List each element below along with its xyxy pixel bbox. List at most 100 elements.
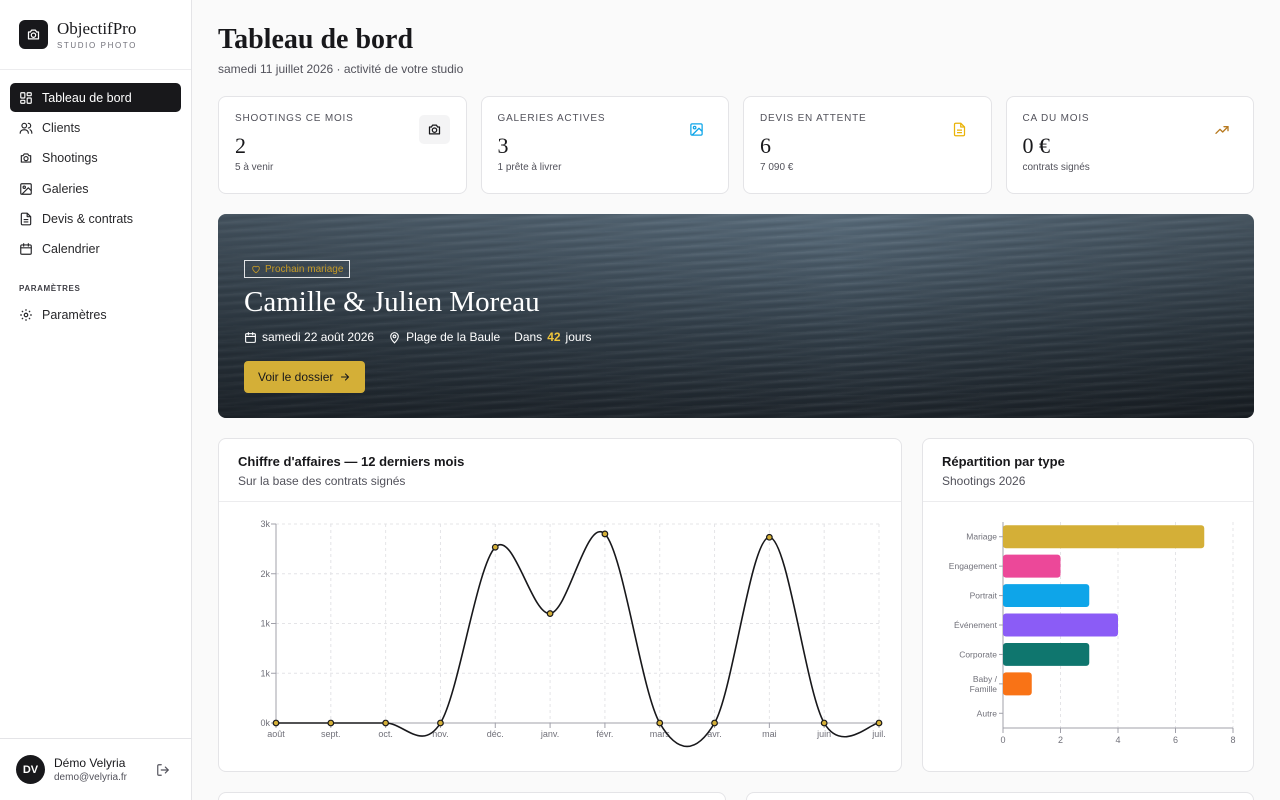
y-tick-label: Baby / <box>973 674 998 684</box>
y-tick-label: Corporate <box>959 649 997 659</box>
x-tick-label: sept. <box>321 729 341 739</box>
kpi-value: 2 <box>235 133 246 158</box>
x-tick-label: 8 <box>1230 735 1235 745</box>
sidebar-item-shootings[interactable]: Shootings <box>10 144 181 173</box>
calendar-icon <box>20 243 32 256</box>
brand[interactable]: ObjectifPro STUDIO PHOTO <box>0 0 191 70</box>
revenue-point <box>437 719 444 727</box>
y-tick-label: Événement <box>954 620 998 630</box>
revenue-point <box>765 533 773 541</box>
x-tick-label: 6 <box>1173 735 1178 745</box>
bottom-card-right <box>746 792 1254 800</box>
y-tick-label: 1k <box>260 668 270 678</box>
hero-location-text: Plage de la Baule <box>406 330 501 344</box>
hero-meta: samedi 22 août 2026 Plage de la Baule Da… <box>244 330 606 344</box>
logout-icon[interactable] <box>156 763 170 777</box>
y-tick-label: Portrait <box>970 591 998 601</box>
sidebar-item-label: Galeries <box>42 181 89 196</box>
kpi-label: SHOOTINGS CE MOIS <box>235 113 354 124</box>
revenue-point <box>601 530 609 538</box>
y-tick-label: 2k <box>260 569 270 579</box>
brand-subtitle: STUDIO PHOTO <box>57 40 137 50</box>
sidebar-item-devis[interactable]: Devis & contrats <box>10 205 181 234</box>
x-tick-label: janv. <box>540 729 559 739</box>
card-title: Répartition par type <box>942 454 1065 469</box>
x-tick-label: juil. <box>871 729 886 739</box>
calendar-icon <box>245 331 256 343</box>
dashboard-icon <box>20 91 32 104</box>
bottom-card-left <box>218 792 726 800</box>
type-bar <box>1003 554 1061 578</box>
x-tick-label: août <box>267 729 285 739</box>
x-tick-label: 2 <box>1058 735 1063 745</box>
view-file-label: Voir le dossier <box>258 370 334 384</box>
sidebar-item-clients[interactable]: Clients <box>10 113 181 142</box>
sidebar-item-label: Calendrier <box>42 242 100 257</box>
user-profile: DV Démo Velyria demo@velyria.fr <box>0 738 191 800</box>
kpi-value: 3 <box>497 133 509 158</box>
kpi-note: 1 prête à livrer <box>497 162 562 173</box>
y-tick-label: 3k <box>260 519 270 529</box>
sidebar-item-dashboard[interactable]: Tableau de bord <box>10 83 181 112</box>
revenue-point <box>546 610 554 617</box>
brand-name: ObjectifPro <box>57 18 137 38</box>
type-breakdown-card: Répartition par type Shootings 2026 0 2 4 6… <box>922 438 1254 772</box>
users-icon <box>19 122 33 134</box>
hero-date-text: samedi 22 août 2026 <box>262 330 375 344</box>
y-tick-label: Mariage <box>966 532 997 542</box>
hero-location: Plage de la Baule <box>388 330 500 344</box>
page-subtitle: samedi 11 juillet 2026 · activité de vot… <box>218 62 464 76</box>
arrow-right-icon <box>341 373 350 381</box>
kpi-note: 5 à venir <box>235 162 274 173</box>
type-bar <box>1003 642 1090 666</box>
card-title: Chiffre d'affaires — 12 derniers mois <box>238 454 465 469</box>
kpi-note: 7 090 € <box>760 162 794 173</box>
countdown-prefix: Dans <box>514 330 543 344</box>
view-file-button[interactable]: Voir le dossier <box>244 361 366 393</box>
kpi-label: CA DU MOIS <box>1022 113 1090 124</box>
kpi-note: contrats signés <box>1022 162 1090 173</box>
hero-tag-label: Prochain mariage <box>265 263 344 275</box>
y-tick-label: Autre <box>977 708 998 718</box>
kpi-card-ca[interactable]: CA DU MOIS 0 € contrats signés <box>1005 96 1254 194</box>
kpi-card-galeries[interactable]: GALERIES ACTIVES 3 1 prête à livrer <box>480 96 729 194</box>
revenue-point <box>820 719 828 727</box>
image-icon <box>20 182 32 195</box>
y-tick-label: Engagement <box>949 561 998 571</box>
x-tick-label: 4 <box>1115 735 1120 745</box>
revenue-point <box>875 719 883 727</box>
kpi-label: GALERIES ACTIVES <box>497 113 606 124</box>
kpi-card-shootings[interactable]: SHOOTINGS CE MOIS 2 5 à venir <box>218 96 467 194</box>
revenue-point <box>491 543 499 551</box>
avatar: DV <box>16 755 45 784</box>
sidebar-item-label: Devis & contrats <box>42 212 134 227</box>
x-tick-label: févr. <box>596 729 613 739</box>
y-tick-label: 0k <box>260 718 270 728</box>
sidebar-section-label: PARAMÈTRES <box>19 284 81 294</box>
type-bar-chart: 0 2 4 6 8 Mariage Engagement Portrait Événement C… <box>949 522 1236 745</box>
image-icon <box>681 115 712 144</box>
x-tick-label: oct. <box>378 729 393 739</box>
revenue-line-chart: 0k1k1k2k3kaoût sept. oct. nov. déc. janv. févr… <box>260 519 886 748</box>
sidebar: ObjectifPro STUDIO PHOTO Tableau de bord… <box>0 0 192 800</box>
sidebar-nav: Tableau de bord Clients Shootings Galeri… <box>0 70 191 329</box>
map-pin-icon <box>390 331 399 344</box>
y-tick-label: 1k <box>260 619 270 629</box>
type-bar <box>1003 525 1205 549</box>
sidebar-item-galeries[interactable]: Galeries <box>10 174 181 203</box>
kpi-label: DEVIS EN ATTENTE <box>760 113 867 124</box>
x-tick-label: mai <box>762 729 777 739</box>
revenue-point <box>656 719 664 727</box>
user-email: demo@velyria.fr <box>54 772 127 783</box>
trending-up-icon <box>1206 115 1237 144</box>
revenue-point <box>272 719 280 727</box>
camera-icon <box>20 153 32 163</box>
heart-icon <box>252 265 260 274</box>
sidebar-item-parametres[interactable]: Paramètres <box>10 300 181 329</box>
sidebar-item-calendrier[interactable]: Calendrier <box>10 235 181 264</box>
revenue-series-line <box>276 530 880 748</box>
x-tick-label: 0 <box>1000 735 1005 745</box>
hero-tag: Prochain mariage <box>244 260 351 278</box>
kpi-card-devis[interactable]: DEVIS EN ATTENTE 6 7 090 € <box>743 96 992 194</box>
kpi-value: 0 € <box>1022 133 1051 158</box>
